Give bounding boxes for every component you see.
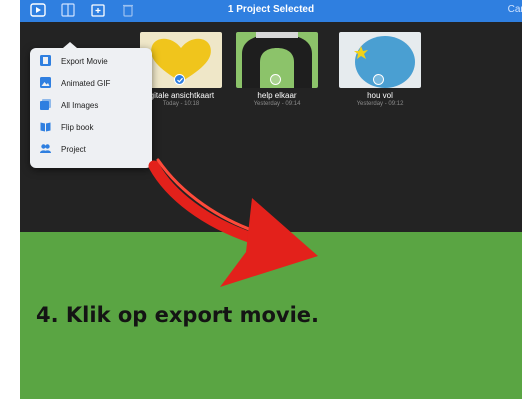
app-screenshot: 1 Project Selected Can igitale ansichtka… bbox=[20, 0, 522, 399]
red-arrow-icon bbox=[148, 158, 318, 287]
